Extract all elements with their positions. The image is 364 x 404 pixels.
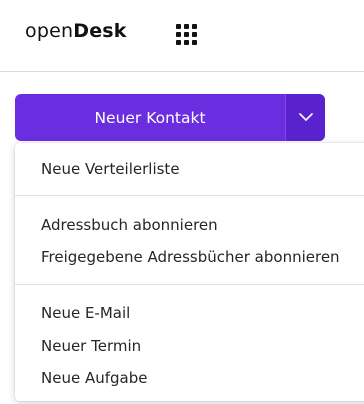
menu-divider (15, 284, 364, 285)
new-item-dropdown-menu: Neue Verteilerliste Adressbuch abonniere… (15, 143, 364, 401)
new-contact-split-button: Neuer Kontakt (15, 94, 325, 141)
menu-item-new-appointment[interactable]: Neuer Termin (15, 332, 364, 360)
menu-item-new-distribution-list[interactable]: Neue Verteilerliste (15, 155, 364, 183)
grid-apps-icon[interactable] (176, 24, 198, 46)
logo-text-open: open (25, 20, 74, 42)
menu-divider (15, 195, 364, 196)
top-header: open Desk (0, 0, 364, 72)
new-dropdown-toggle[interactable] (285, 94, 325, 141)
menu-item-subscribe-shared-addressbooks[interactable]: Freigegebene Adressbücher abonnieren (15, 243, 364, 271)
logo-text-desk: Desk (73, 20, 127, 42)
new-contact-button[interactable]: Neuer Kontakt (15, 94, 285, 141)
menu-item-new-email[interactable]: Neue E-Mail (15, 299, 364, 327)
menu-item-subscribe-addressbook[interactable]: Adressbuch abonnieren (15, 211, 364, 239)
opendesk-logo[interactable]: open Desk (25, 20, 127, 42)
chevron-down-icon (298, 113, 313, 121)
menu-item-new-task[interactable]: Neue Aufgabe (15, 364, 364, 392)
